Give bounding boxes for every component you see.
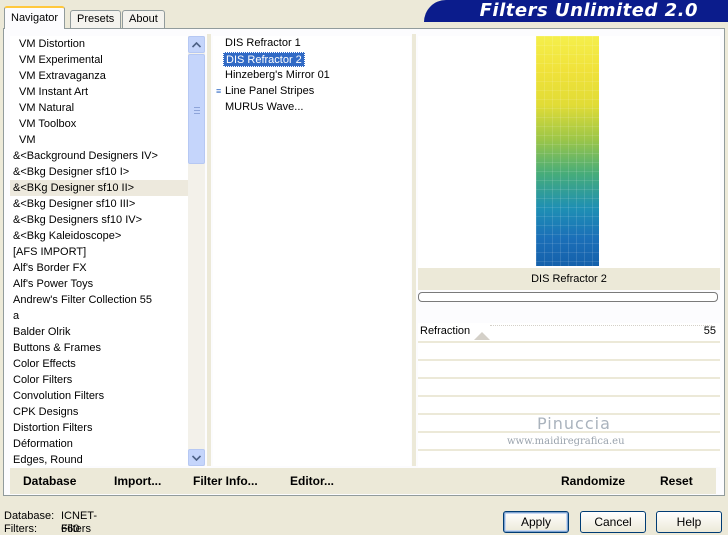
grip-icon xyxy=(194,107,200,114)
parameter-row-empty xyxy=(418,361,720,377)
category-item[interactable]: &<Bkg Kaleidoscope> xyxy=(10,228,188,244)
parameter-value: 55 xyxy=(703,325,716,337)
preview-image xyxy=(536,36,599,266)
filters-status-value: 660 xyxy=(61,523,80,535)
category-item[interactable]: Convolution Filters xyxy=(10,388,188,404)
watermark-name: Pinuccia xyxy=(537,414,611,433)
database-status: Database: ICNET-Filters xyxy=(4,510,97,535)
preview-filter-name: DIS Refractor 2 xyxy=(418,268,720,290)
category-item[interactable]: VM Extravaganza xyxy=(10,68,188,84)
parameter-refraction[interactable]: Refraction 55 xyxy=(418,323,720,341)
progress-bar xyxy=(418,292,718,302)
database-button[interactable]: Database xyxy=(23,474,76,488)
import-button[interactable]: Import... xyxy=(114,474,161,488)
category-item[interactable]: &<Background Designers IV> xyxy=(10,148,188,164)
category-item[interactable]: VM Experimental xyxy=(10,52,188,68)
filter-list[interactable]: ≡ DIS Refractor 1 DIS Refractor 2 Hinzeber… xyxy=(213,36,411,466)
slider-thumb[interactable] xyxy=(474,332,490,340)
app-title: Filters Unlimited 2.0 xyxy=(479,0,698,21)
filters-status-label: Filters: xyxy=(4,523,37,535)
randomize-button[interactable]: Randomize xyxy=(561,474,625,488)
category-item[interactable]: &<Bkg Designer sf10 I> xyxy=(10,164,188,180)
category-item[interactable]: Color Effects xyxy=(10,356,188,372)
category-item[interactable]: Edges, Round xyxy=(10,452,188,466)
filter-item[interactable]: Hinzeberg's Mirror 01 xyxy=(223,68,332,83)
watermark-url: www.maidiregrafica.eu xyxy=(507,436,625,447)
parameter-row-empty xyxy=(418,343,720,359)
category-item[interactable]: VM Distortion xyxy=(10,36,188,52)
help-button[interactable]: Help xyxy=(656,511,722,533)
preview-divider xyxy=(412,34,416,466)
category-item[interactable]: Buttons & Frames xyxy=(10,340,188,356)
parameter-row-empty xyxy=(418,379,720,395)
title-banner: Filters Unlimited 2.0 xyxy=(424,0,728,22)
editor-button[interactable]: Editor... xyxy=(290,474,334,488)
category-item[interactable]: Distortion Filters xyxy=(10,420,188,436)
slider-track[interactable] xyxy=(490,323,712,326)
list-divider xyxy=(207,34,211,466)
chevron-up-icon xyxy=(192,41,201,48)
tab-about[interactable]: About xyxy=(122,10,165,28)
filter-info-button[interactable]: Filter Info... xyxy=(193,474,258,488)
category-item[interactable]: &<Bkg Designers sf10 IV> xyxy=(10,212,188,228)
drag-handle-icon: ≡ xyxy=(216,86,222,96)
category-item[interactable]: &<BKg Designer sf10 II> xyxy=(10,180,188,196)
category-item[interactable]: VM Toolbox xyxy=(10,116,188,132)
category-item[interactable]: VM Instant Art xyxy=(10,84,188,100)
category-item[interactable]: VM xyxy=(10,132,188,148)
category-item[interactable]: Déformation xyxy=(10,436,188,452)
filter-item[interactable]: Line Panel Stripes xyxy=(223,84,316,99)
category-item[interactable]: Balder Olrik xyxy=(10,324,188,340)
parameter-label: Refraction xyxy=(420,325,471,337)
filters-status: Filters: 660 xyxy=(4,523,79,535)
scroll-thumb[interactable] xyxy=(188,54,205,164)
category-item[interactable]: a xyxy=(10,308,188,324)
cancel-button[interactable]: Cancel xyxy=(580,511,646,533)
tab-navigator[interactable]: Navigator xyxy=(4,6,66,29)
category-item[interactable]: [AFS IMPORT] xyxy=(10,244,188,260)
parameter-row-empty xyxy=(418,451,720,467)
category-item[interactable]: VM Natural xyxy=(10,100,188,116)
category-item[interactable]: Color Filters xyxy=(10,372,188,388)
tab-presets[interactable]: Presets xyxy=(70,10,122,28)
reset-button[interactable]: Reset xyxy=(660,474,693,488)
category-item[interactable]: Alf's Border FX xyxy=(10,260,188,276)
scroll-up-button[interactable] xyxy=(188,36,205,53)
preview-area xyxy=(418,36,720,268)
filter-item[interactable]: MURUs Wave... xyxy=(223,100,305,115)
category-item[interactable]: Andrew's Filter Collection 55 xyxy=(10,292,188,308)
category-item[interactable]: Alf's Power Toys xyxy=(10,276,188,292)
database-status-label: Database: xyxy=(4,510,55,522)
parameter-row-empty xyxy=(418,397,720,413)
filter-item[interactable]: DIS Refractor 2 xyxy=(223,52,305,67)
scroll-down-button[interactable] xyxy=(188,449,205,466)
category-list[interactable]: VM Distortion VM Experimental VM Extravaga… xyxy=(10,36,188,466)
category-scrollbar[interactable] xyxy=(188,36,205,466)
chevron-down-icon xyxy=(192,454,201,461)
filter-item[interactable]: DIS Refractor 1 xyxy=(223,36,303,51)
category-item[interactable]: &<Bkg Designer sf10 III> xyxy=(10,196,188,212)
category-item[interactable]: CPK Designs xyxy=(10,404,188,420)
apply-button[interactable]: Apply xyxy=(503,511,569,533)
